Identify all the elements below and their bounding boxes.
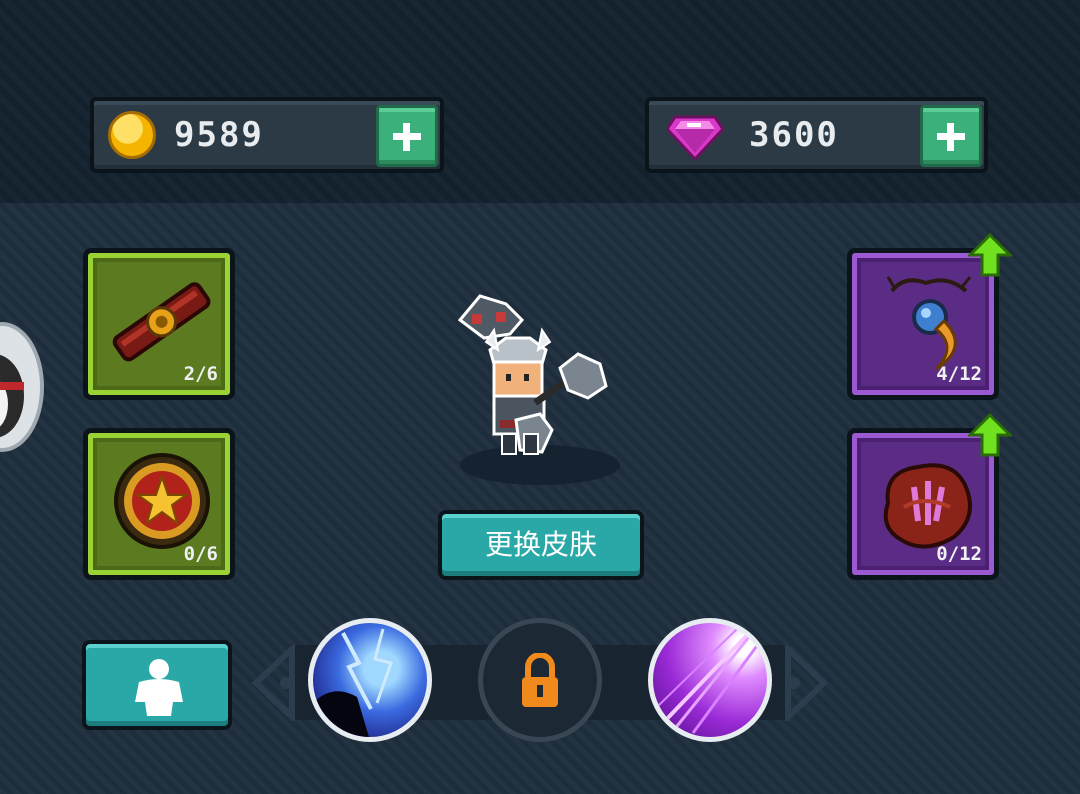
belt-icon <box>112 282 211 362</box>
gold-coin-icon <box>108 111 156 159</box>
skill-slot-lightning[interactable] <box>308 618 432 742</box>
upgrade-arrow-icon <box>968 413 1012 457</box>
equipment-slot-medal[interactable]: 0/6 <box>83 428 235 580</box>
belt-count: 2/6 <box>183 363 218 385</box>
equipment-slot-belt[interactable]: 2/6 <box>83 248 235 400</box>
scroll-right-arrow-icon[interactable] <box>782 645 832 721</box>
character-silhouette-icon <box>135 659 183 716</box>
upgrade-arrow-icon <box>968 233 1012 277</box>
add-gold-button[interactable] <box>376 105 438 167</box>
gold-currency-bar: 9589 <box>90 97 444 173</box>
gem-amount: 3600 <box>749 115 839 155</box>
medal-shield-icon <box>114 453 210 549</box>
skill-slot-beam[interactable] <box>648 618 772 742</box>
amulet-count: 4/12 <box>936 363 982 385</box>
viking-hero-character[interactable] <box>450 290 620 490</box>
add-gems-button[interactable] <box>920 105 982 167</box>
scroll-left-arrow-icon[interactable] <box>248 645 298 721</box>
skill-slot-locked[interactable] <box>478 618 602 742</box>
crystal-count: 0/12 <box>936 543 982 565</box>
medal-count: 0/6 <box>183 543 218 565</box>
gem-currency-bar: 3600 <box>645 97 988 173</box>
lightning-storm-skill-icon <box>313 628 393 737</box>
change-skin-button[interactable]: 更换皮肤 <box>438 510 644 580</box>
purple-beam-skill-icon <box>656 626 761 734</box>
gold-amount: 9589 <box>174 115 264 155</box>
pink-gem-icon <box>667 115 723 161</box>
lock-icon <box>522 653 558 707</box>
character-button[interactable] <box>82 640 232 730</box>
